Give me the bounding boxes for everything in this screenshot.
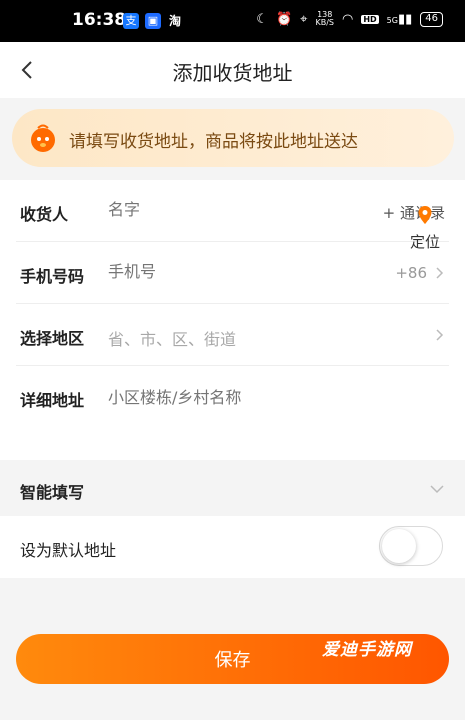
net-speed: 138 KB/S bbox=[315, 10, 334, 27]
tip-banner: 请填写收货地址，商品将按此地址送达 bbox=[12, 109, 454, 167]
region-row[interactable]: 选择地区 省、市、区、街道 bbox=[16, 304, 449, 366]
detail-address-input[interactable] bbox=[108, 384, 358, 434]
chevron-right-icon bbox=[436, 267, 444, 279]
tip-text: 请填写收货地址，商品将按此地址送达 bbox=[69, 132, 358, 152]
watermark: 爱迪手游网 bbox=[322, 640, 412, 660]
smart-fill-label: 智能填写 bbox=[20, 483, 85, 502]
region-label: 选择地区 bbox=[20, 329, 85, 348]
battery-indicator: 46 bbox=[420, 11, 443, 27]
alarm-icon: ⏰ bbox=[275, 11, 293, 27]
signal-icon: 5G▮▮ bbox=[386, 11, 413, 27]
address-form: 收货人 + 通讯录 手机号码 +86 选择地区 省、市、区、街道 详细地址 bbox=[0, 180, 465, 460]
toggle-knob bbox=[382, 529, 416, 563]
phone-input[interactable] bbox=[108, 262, 328, 281]
location-icon: ⌖ bbox=[300, 11, 308, 27]
wifi-icon: ◠ bbox=[341, 11, 354, 27]
region-selector[interactable]: 省、市、区、街道 bbox=[108, 326, 236, 350]
detail-address-label: 详细地址 bbox=[20, 391, 85, 410]
smart-fill-section[interactable]: 智能填写 bbox=[0, 463, 465, 515]
locate-label: 定位 bbox=[409, 233, 440, 251]
recipient-row: 收货人 + 通讯录 bbox=[16, 180, 449, 242]
default-address-row: 设为默认地址 bbox=[0, 516, 465, 578]
status-time: 16:38 bbox=[72, 10, 127, 30]
moon-icon: ☾ bbox=[256, 11, 268, 27]
alipay-icon: 支 bbox=[123, 13, 139, 29]
phone-label: 手机号码 bbox=[20, 267, 85, 286]
country-code-selector[interactable]: +86 bbox=[395, 264, 427, 282]
detail-address-row: 详细地址 bbox=[16, 366, 449, 460]
status-bar: 16:38 支 ▣ 淘 ☾ ⏰ ⌖ 138 KB/S ◠ HD 5G▮▮ 46 bbox=[0, 0, 465, 42]
recipient-label: 收货人 bbox=[20, 205, 69, 224]
default-address-toggle[interactable] bbox=[379, 526, 443, 566]
phone-row: 手机号码 +86 bbox=[16, 242, 449, 304]
location-pin-icon bbox=[418, 206, 432, 224]
taobao-icon: 淘 bbox=[168, 14, 181, 28]
recipient-input[interactable] bbox=[108, 200, 348, 219]
nav-bar: 添加收货地址 bbox=[0, 42, 465, 98]
locate-button[interactable]: 定位 bbox=[405, 205, 445, 252]
mascot-icon bbox=[31, 124, 55, 152]
default-address-label: 设为默认地址 bbox=[20, 541, 117, 560]
hd-badge: HD bbox=[361, 14, 379, 24]
chevron-down-icon bbox=[430, 485, 444, 494]
chevron-right-icon bbox=[436, 329, 444, 341]
page-title: 添加收货地址 bbox=[172, 61, 293, 85]
messenger-icon: ▣ bbox=[145, 13, 161, 29]
status-icons: ☾ ⏰ ⌖ 138 KB/S ◠ HD 5G▮▮ 46 bbox=[256, 11, 443, 27]
